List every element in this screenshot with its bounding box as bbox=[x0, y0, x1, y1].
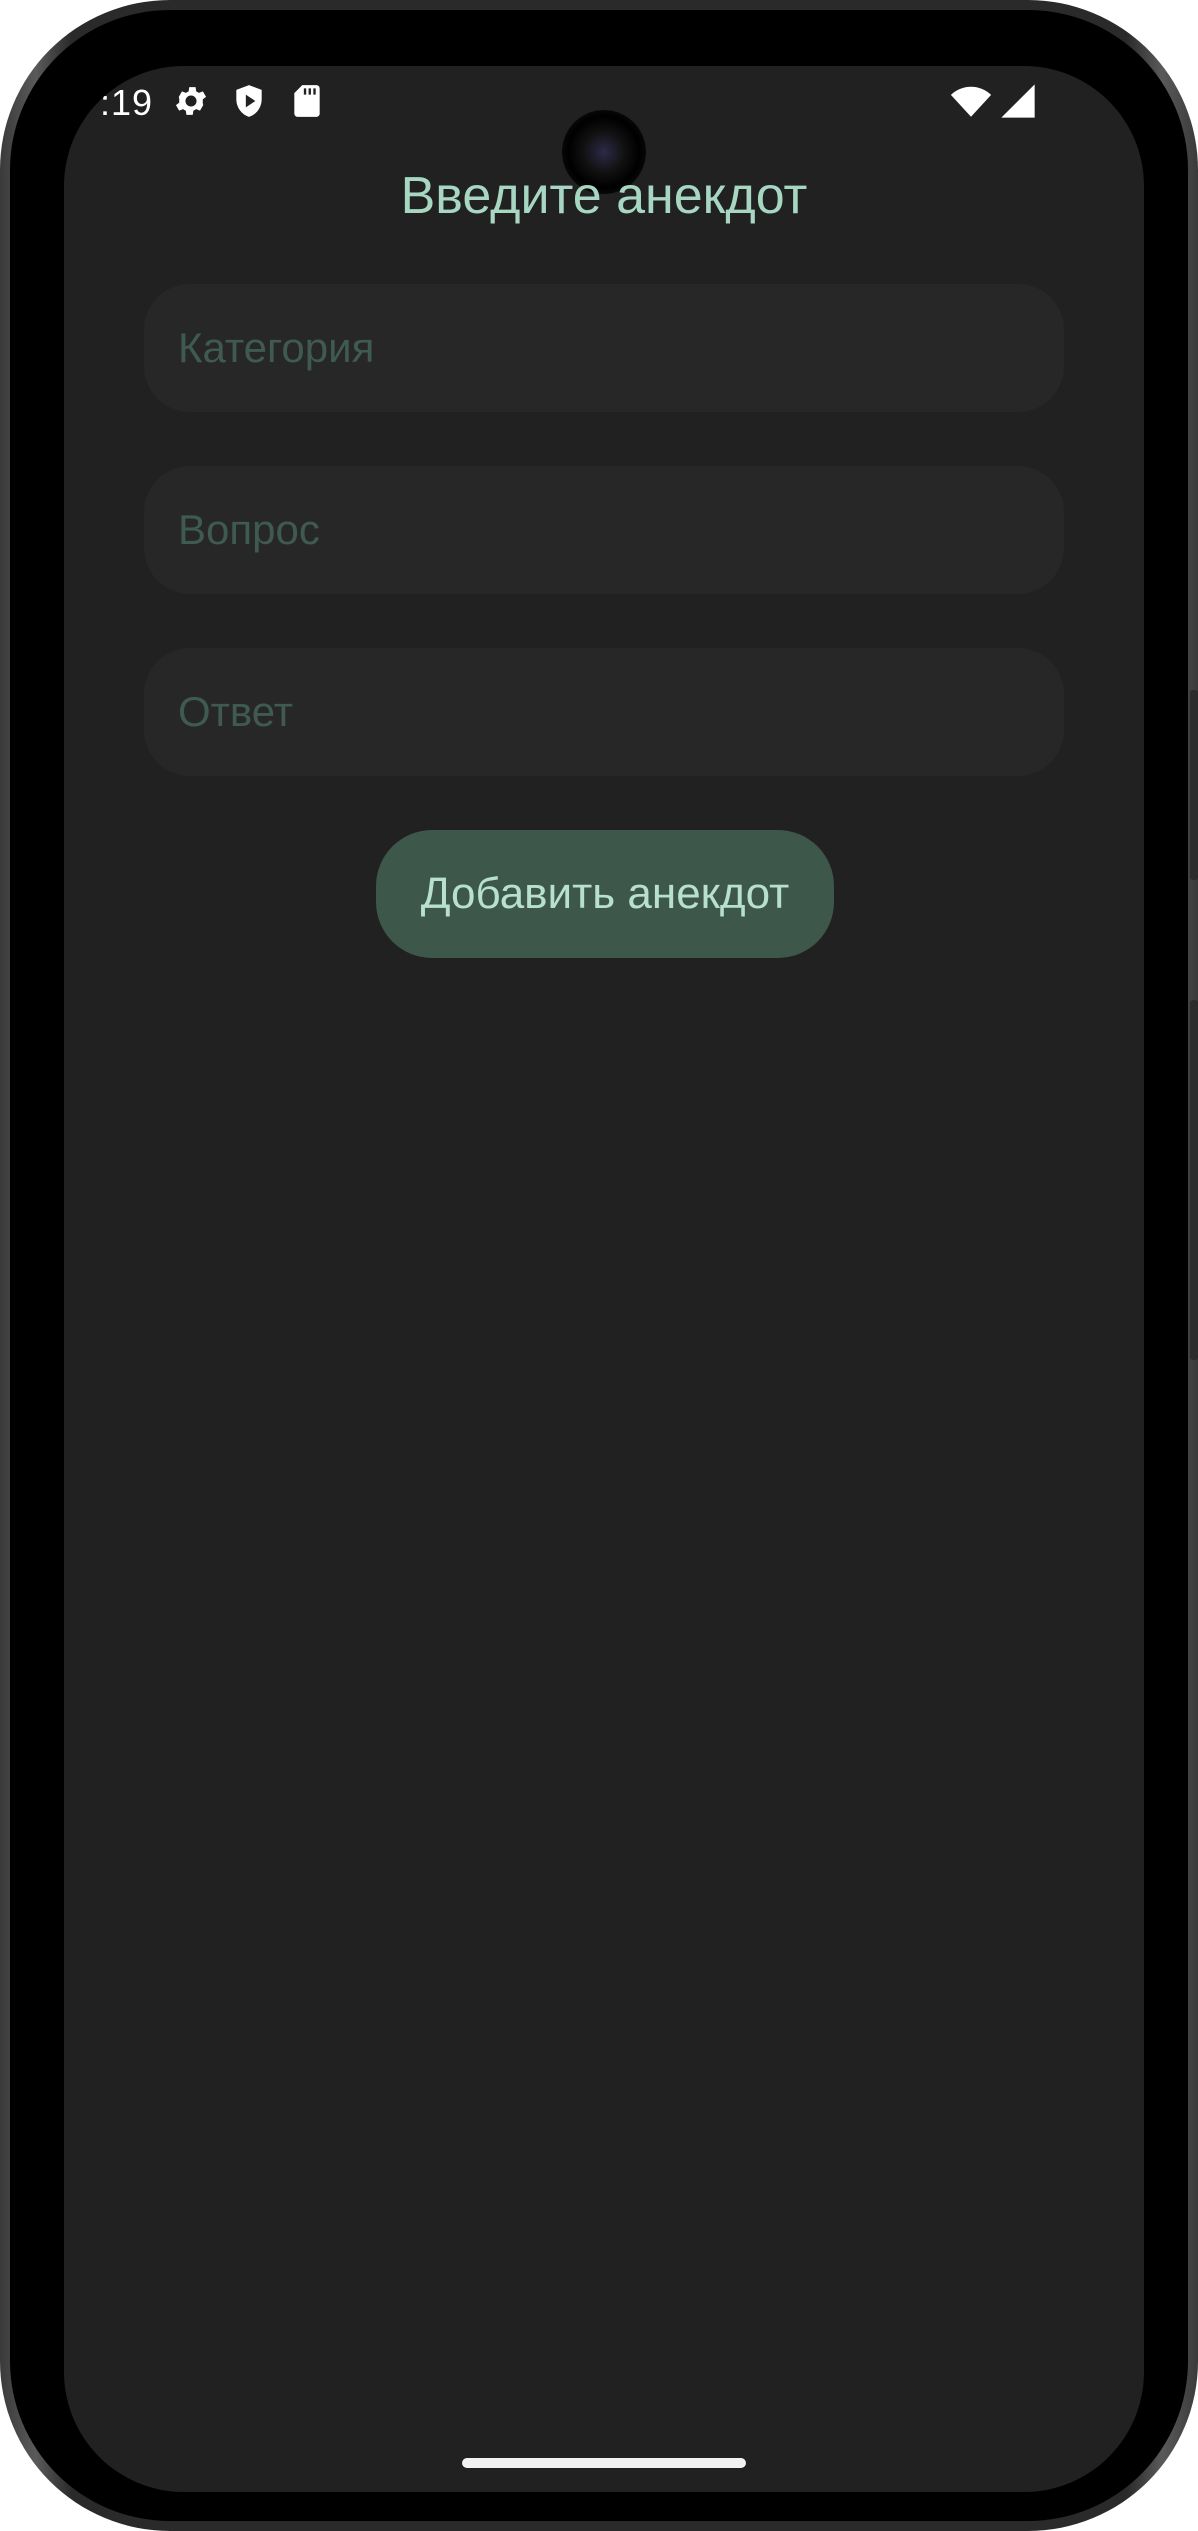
play-protect-icon bbox=[230, 82, 268, 120]
home-indicator[interactable] bbox=[462, 2458, 746, 2468]
question-input[interactable] bbox=[144, 466, 1064, 594]
answer-input[interactable] bbox=[144, 648, 1064, 776]
app-screen: :19 Введите анекдот Категория Вопрос Отв… bbox=[64, 66, 1144, 2492]
phone-bezel: :19 Введите анекдот Категория Вопрос Отв… bbox=[10, 10, 1188, 2521]
power-button bbox=[1190, 690, 1198, 880]
gear-icon bbox=[172, 82, 210, 120]
cellular-signal-icon bbox=[998, 81, 1038, 121]
sd-card-icon bbox=[288, 82, 326, 120]
status-time: :19 bbox=[100, 82, 154, 123]
volume-button bbox=[1190, 1000, 1198, 1360]
phone-frame: :19 Введите анекдот Категория Вопрос Отв… bbox=[0, 0, 1198, 2531]
add-joke-button[interactable]: Добавить анекдот bbox=[376, 830, 834, 958]
page-title: Введите анекдот bbox=[400, 167, 808, 225]
category-input[interactable] bbox=[144, 284, 1064, 412]
wifi-icon bbox=[950, 80, 992, 122]
